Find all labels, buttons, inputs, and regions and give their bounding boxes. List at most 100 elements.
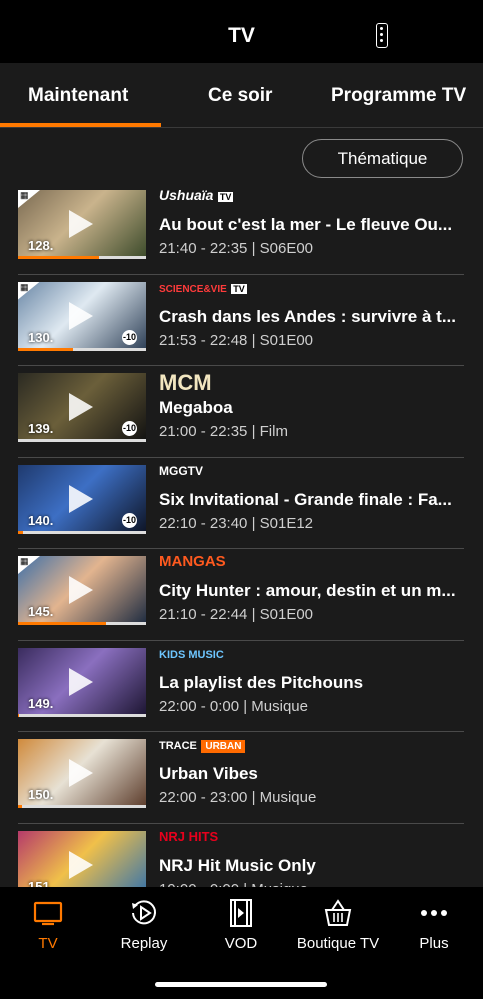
nav-vod[interactable]: VOD bbox=[193, 897, 289, 952]
channel-logo: SCIENCE&VIE TV bbox=[159, 279, 247, 299]
program-thumbnail[interactable]: 139. -10 bbox=[18, 373, 146, 442]
program-row[interactable]: 139. -10 MCM Megaboa 21:00 - 22:35 | Film bbox=[0, 366, 483, 458]
nav-label: VOD bbox=[224, 935, 258, 952]
program-title: Megaboa bbox=[159, 398, 233, 417]
channel-number: 150. bbox=[28, 787, 54, 802]
tv-icon bbox=[33, 901, 63, 926]
channel-number: 145. bbox=[28, 604, 54, 619]
tab-programme-tv[interactable]: Programme TV bbox=[331, 85, 466, 107]
csa-rating-badge: -10 bbox=[122, 421, 137, 436]
program-thumbnail[interactable]: ▦ 128. bbox=[18, 190, 146, 259]
nav-tv[interactable]: TV bbox=[0, 897, 96, 952]
program-list[interactable]: ▦ 128. Ushuaïa TV Au bout c'est la mer - … bbox=[0, 183, 483, 887]
remote-control-icon[interactable] bbox=[376, 23, 388, 48]
program-time-info: 22:00 - 23:00 | Musique bbox=[159, 789, 317, 806]
channel-number: 149. bbox=[28, 695, 54, 711]
program-time-info: 21:10 - 22:44 | S01E00 bbox=[159, 606, 314, 623]
csa-rating-badge: -10 bbox=[122, 512, 137, 528]
nav-label: Replay bbox=[120, 935, 168, 952]
channel-logo-badge: TV bbox=[217, 192, 234, 202]
program-row[interactable]: 151. NRJ HITSNRJ Hit Music Only19:00 - 0… bbox=[0, 824, 483, 888]
progress-track bbox=[18, 805, 146, 808]
more-icon bbox=[421, 910, 447, 916]
progress-bar bbox=[18, 256, 99, 259]
program-title: NRJ Hit Music Only bbox=[159, 855, 316, 875]
channel-logo: NRJ HITS bbox=[159, 828, 218, 848]
program-row[interactable]: ▦ 130. -10 SCIENCE&VIE TV Crash dans les … bbox=[0, 275, 483, 366]
program-time-info: 21:40 - 22:35 | S06E00 bbox=[159, 240, 314, 257]
channel-number: 139. bbox=[28, 421, 54, 436]
play-icon bbox=[69, 576, 93, 604]
channel-logo-text: MCM bbox=[159, 370, 212, 395]
program-title: Crash dans les Andes : survivre à t... bbox=[159, 306, 456, 326]
program-row[interactable]: ▦ 128. Ushuaïa TV Au bout c'est la mer - … bbox=[0, 183, 483, 275]
nav-replay[interactable]: Replay bbox=[96, 897, 192, 952]
progress-bar bbox=[18, 530, 24, 534]
progress-track bbox=[18, 530, 146, 534]
program-time-info: 22:00 - 0:00 | Musique bbox=[159, 697, 308, 715]
film-icon bbox=[230, 899, 252, 927]
active-tab-indicator bbox=[0, 123, 161, 127]
channel-logo-text: MGGTV bbox=[159, 463, 203, 478]
progress-bar bbox=[18, 622, 107, 625]
nav-boutique-tv[interactable]: Boutique TV bbox=[290, 897, 386, 952]
basket-icon bbox=[324, 899, 352, 926]
channel-number: 128. bbox=[28, 238, 54, 253]
channel-logo-badge: TV bbox=[231, 283, 247, 294]
top-bar: TV bbox=[0, 0, 483, 63]
boutique-basket-icon: ▦ bbox=[18, 556, 40, 574]
channel-logo-text: Ushuaïa bbox=[159, 187, 214, 203]
program-thumbnail[interactable]: ▦ 145. bbox=[18, 556, 146, 625]
channel-logo-text: NRJ HITS bbox=[159, 828, 219, 844]
program-row[interactable]: 150. TRACE URBAN Urban Vibes 22:00 - 23:00… bbox=[0, 732, 483, 824]
boutique-basket-icon: ▦ bbox=[18, 190, 40, 208]
channel-logo-text: TRACE bbox=[159, 740, 197, 752]
program-thumbnail[interactable]: 150. bbox=[18, 739, 146, 808]
channel-logo: MCM bbox=[159, 370, 212, 395]
progress-bar bbox=[18, 805, 22, 808]
csa-rating-badge: -10 bbox=[122, 329, 137, 345]
boutique-basket-icon: ▦ bbox=[18, 281, 40, 300]
replay-icon bbox=[132, 900, 156, 925]
tab-ce-soir[interactable]: Ce soir bbox=[208, 85, 272, 107]
nav-plus[interactable]: Plus bbox=[386, 897, 482, 952]
channel-logo-text: SCIENCE&VIE bbox=[159, 283, 227, 295]
play-icon bbox=[69, 759, 93, 787]
thematique-filter-button[interactable]: Thématique bbox=[302, 139, 463, 178]
program-title: Urban Vibes bbox=[159, 764, 258, 783]
channel-logo-text: KIDS MUSIC bbox=[159, 648, 224, 661]
channel-logo: MANGAS bbox=[159, 553, 226, 573]
program-row[interactable]: ▦ 145. MANGAS City Hunter : amour, destin… bbox=[0, 549, 483, 641]
program-title: Au bout c'est la mer - Le fleuve Ou... bbox=[159, 215, 453, 234]
play-icon bbox=[69, 301, 93, 330]
program-thumbnail[interactable]: 151. bbox=[18, 830, 146, 888]
progress-bar bbox=[18, 713, 20, 717]
channel-logo: TRACE URBAN bbox=[159, 736, 246, 756]
channel-logo-text: MANGAS bbox=[159, 553, 226, 570]
progress-track bbox=[18, 713, 146, 717]
program-thumbnail[interactable]: 140. -10 bbox=[18, 464, 146, 534]
tab-maintenant[interactable]: Maintenant bbox=[28, 85, 128, 107]
channel-logo: MGGTV bbox=[159, 462, 203, 482]
nav-label: Plus bbox=[419, 935, 449, 952]
tab-bar: Maintenant Ce soir Programme TV bbox=[0, 63, 483, 128]
play-icon bbox=[69, 393, 93, 421]
play-icon bbox=[69, 210, 93, 238]
program-row[interactable]: 149. KIDS MUSIC La playlist des Pitchouns… bbox=[0, 641, 483, 732]
program-thumbnail[interactable]: ▦ 130. -10 bbox=[18, 281, 146, 351]
play-icon bbox=[69, 667, 93, 696]
page-title: TV bbox=[228, 24, 255, 47]
program-time-info: 22:10 - 23:40 | S01E12 bbox=[159, 514, 314, 532]
channel-logo-badge: URBAN bbox=[201, 740, 246, 753]
program-row[interactable]: 140. -10 MGGTV Six Invitational - Grande … bbox=[0, 458, 483, 549]
program-time-info: 21:00 - 22:35 | Film bbox=[159, 423, 288, 440]
nav-label: TV bbox=[38, 935, 58, 952]
channel-number: 151. bbox=[28, 878, 54, 888]
program-thumbnail[interactable]: 149. bbox=[18, 647, 146, 717]
progress-bar bbox=[18, 347, 74, 351]
home-indicator bbox=[155, 982, 327, 987]
play-icon bbox=[69, 484, 93, 513]
channel-number: 130. bbox=[28, 329, 54, 345]
nav-label: Boutique TV bbox=[296, 935, 380, 952]
progress-track bbox=[18, 439, 146, 442]
